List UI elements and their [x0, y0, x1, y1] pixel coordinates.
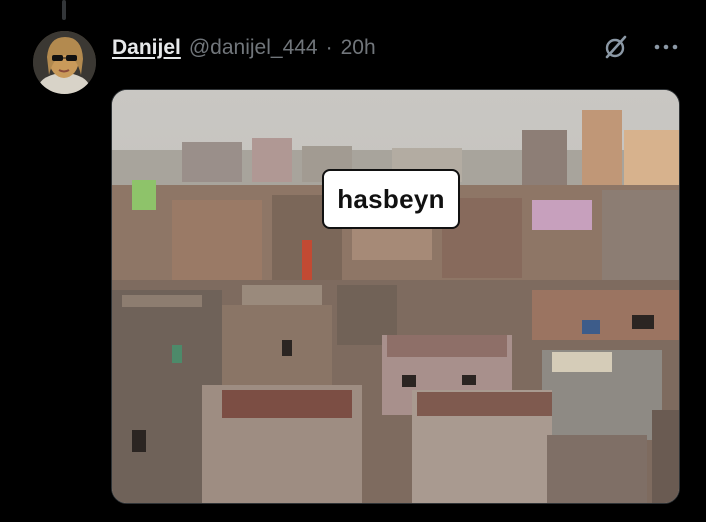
- speech-bubble-text: hasbeyn: [337, 183, 445, 214]
- tweet-actions: [602, 33, 680, 61]
- tweet-header: Danijel @danijel_444 · 20h: [112, 34, 376, 62]
- user-handle[interactable]: @danijel_444: [189, 36, 318, 60]
- city-rooftops-image: [112, 90, 679, 503]
- more-dots-icon[interactable]: [652, 33, 680, 61]
- avatar[interactable]: [33, 31, 96, 94]
- thread-connector-line: [62, 0, 66, 20]
- separator-dot: ·: [325, 36, 333, 59]
- tweet-container: Danijel @danijel_444 · 20h hasbeyn: [0, 0, 706, 522]
- display-name[interactable]: Danijel: [112, 36, 181, 60]
- grok-slash-icon[interactable]: [602, 33, 630, 61]
- tweet-image[interactable]: [111, 89, 680, 504]
- timestamp[interactable]: 20h: [341, 36, 376, 60]
- speech-bubble: hasbeyn: [322, 169, 460, 229]
